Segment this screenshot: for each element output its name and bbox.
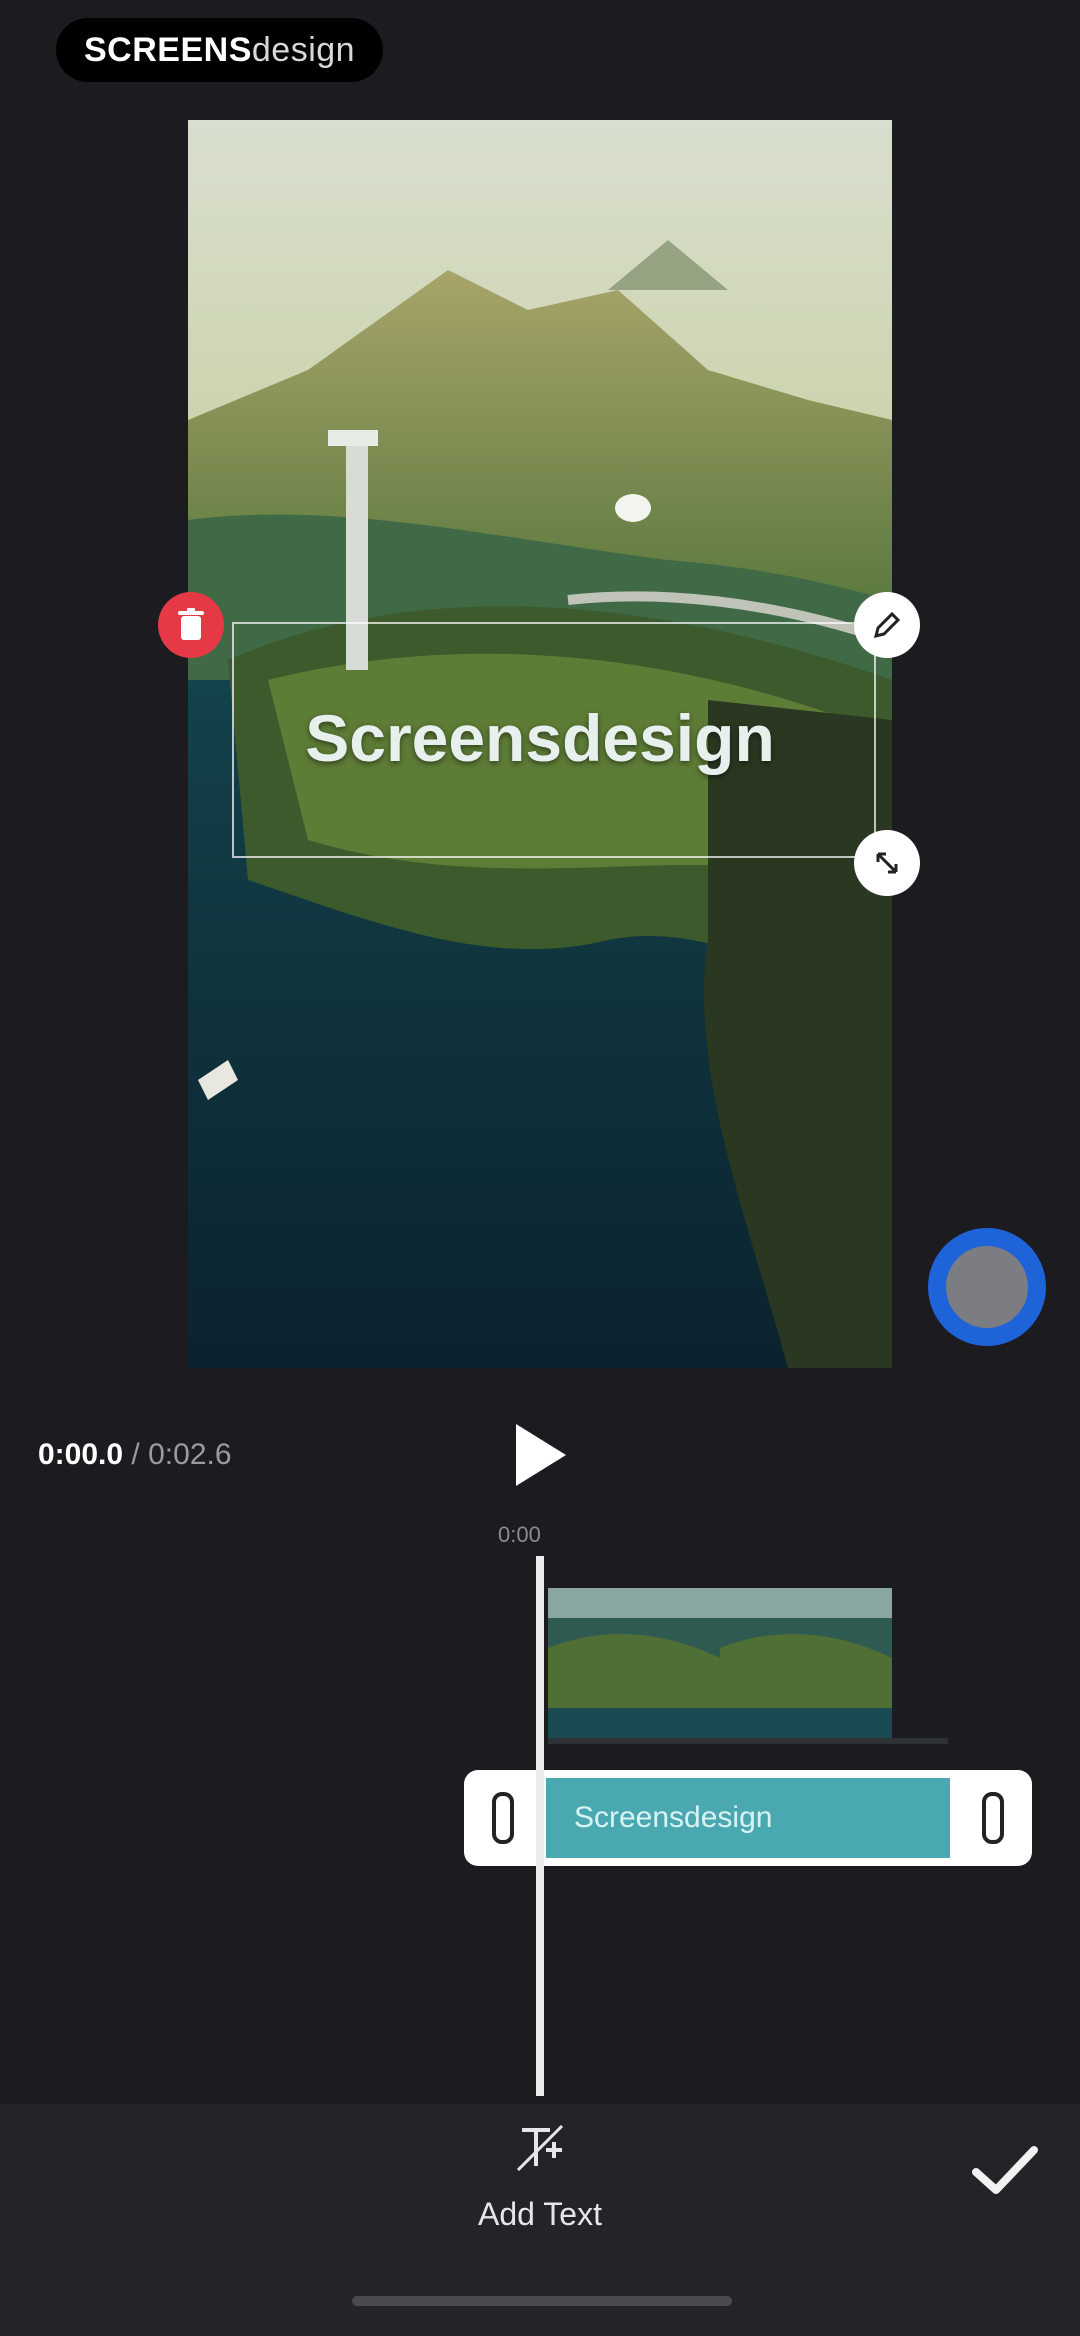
watermark-light: design bbox=[251, 30, 356, 69]
ruler-label: 0:00 bbox=[498, 1522, 541, 1547]
add-text-label: Add Text bbox=[478, 2196, 602, 2232]
playhead[interactable] bbox=[536, 1556, 544, 2096]
overlay-text[interactable]: Screensdesign bbox=[280, 700, 800, 776]
time-readout: 0:00.0 / 0:02.6 bbox=[38, 1438, 232, 1472]
current-time: 0:00.0 bbox=[38, 1438, 124, 1471]
add-text-icon bbox=[516, 2124, 564, 2172]
confirm-button[interactable] bbox=[970, 2140, 1040, 2200]
add-text-button[interactable]: Add Text bbox=[440, 2118, 640, 2248]
video-clip-thumbnails[interactable] bbox=[548, 1588, 892, 1738]
text-track-label: Screensdesign bbox=[574, 1801, 773, 1834]
total-time: 0:02.6 bbox=[148, 1438, 232, 1471]
trim-handle-left[interactable] bbox=[492, 1792, 514, 1844]
trim-handle-right[interactable] bbox=[982, 1792, 1004, 1844]
delete-text-button[interactable] bbox=[158, 592, 224, 658]
text-track-bar: Screensdesign bbox=[546, 1778, 950, 1858]
edit-text-button[interactable] bbox=[854, 592, 920, 658]
watermark-strong: SCREENS bbox=[84, 30, 252, 69]
home-indicator[interactable] bbox=[352, 2296, 732, 2306]
time-separator: / bbox=[131, 1438, 140, 1471]
play-button[interactable] bbox=[508, 1420, 572, 1490]
watermark: SCREENS design bbox=[56, 18, 384, 82]
text-track-clip[interactable]: Screensdesign bbox=[464, 1770, 1032, 1866]
checkmark-icon bbox=[972, 2146, 1038, 2194]
delete-icon bbox=[178, 608, 204, 640]
scale-rotate-handle[interactable] bbox=[854, 830, 920, 896]
text-editor-screen: SCREENS design Screensdesign 0:00.0 / 0:… bbox=[0, 0, 1080, 2336]
color-swatch bbox=[946, 1246, 1028, 1328]
clip-thumbnail-strip bbox=[548, 1588, 892, 1738]
play-icon bbox=[516, 1424, 566, 1486]
scale-rotate-icon bbox=[876, 852, 898, 874]
clip-track-line bbox=[548, 1738, 948, 1744]
edit-icon bbox=[873, 611, 901, 639]
color-picker-button[interactable] bbox=[928, 1228, 1046, 1346]
